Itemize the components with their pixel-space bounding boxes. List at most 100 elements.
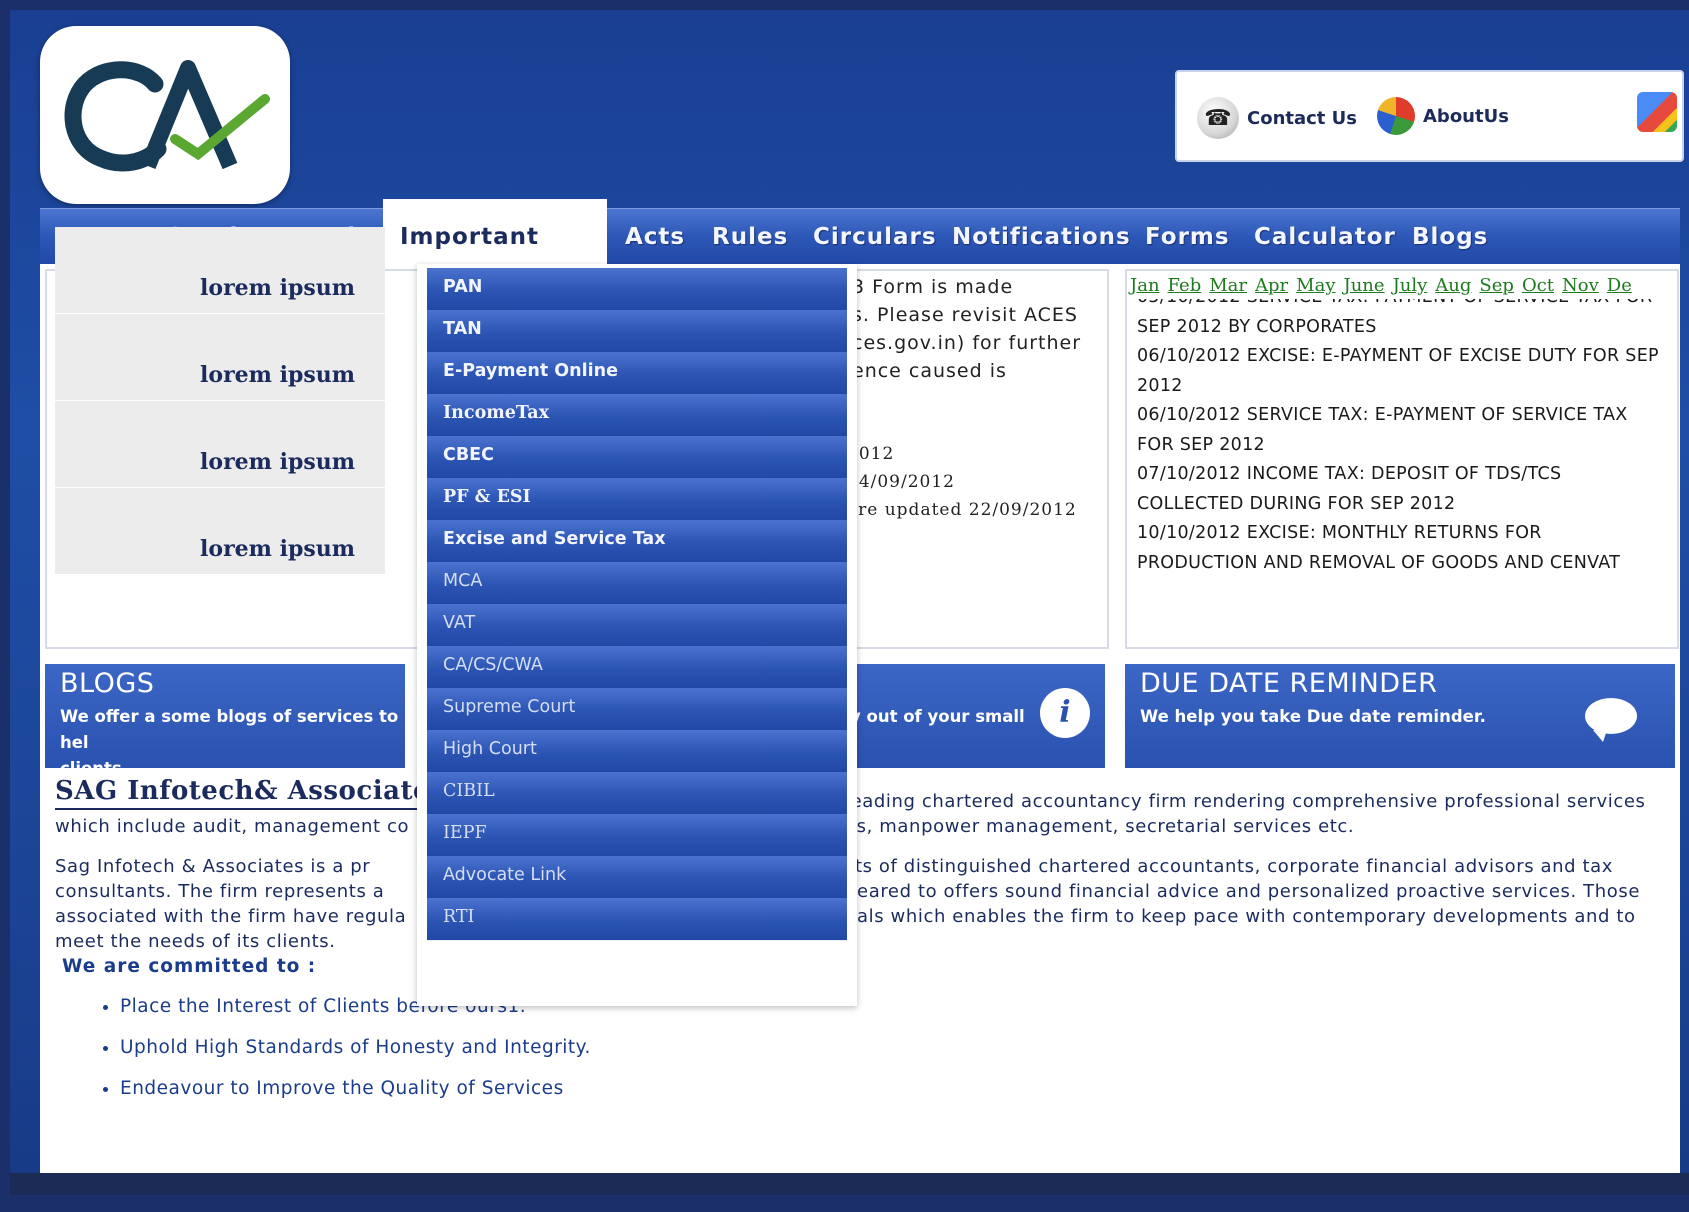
- middle-news-panel: 3 Form is made s. Please revisit ACES ce…: [845, 269, 1109, 649]
- due-date-text: We help you take Due date reminder.: [1140, 707, 1486, 726]
- dropdown-item-tan[interactable]: TAN: [427, 310, 847, 353]
- dropdown-item-vat[interactable]: VAT: [427, 604, 847, 647]
- dropdown-label: CIBIL: [443, 781, 495, 801]
- about-us-label: AboutUs: [1423, 105, 1509, 127]
- dropdown-item-rti[interactable]: RTI: [427, 898, 847, 941]
- speech-bubble-icon: [1585, 698, 1637, 742]
- dropdown-item-iepf[interactable]: IEPF: [427, 814, 847, 857]
- pie-chart-icon: [1377, 97, 1415, 135]
- month-apr[interactable]: Apr: [1255, 275, 1288, 296]
- dropdown-label: IncomeTax: [443, 403, 550, 423]
- blogs-text: We offer a some blogs of services to hel…: [60, 704, 405, 782]
- dropdown-label: E-Payment Online: [443, 361, 618, 381]
- dropdown-item-cibil[interactable]: CIBIL: [427, 772, 847, 815]
- month-nov[interactable]: Nov: [1562, 275, 1599, 296]
- dropdown-label: TAN: [443, 319, 482, 339]
- dropdown-item-advocate-link[interactable]: Advocate Link: [427, 856, 847, 899]
- dropdown-item-excise-service-tax[interactable]: Excise and Service Tax: [427, 520, 847, 563]
- nav-rules[interactable]: Rules: [712, 209, 788, 265]
- about-para-1-right: leading chartered accountancy firm rende…: [845, 789, 1665, 839]
- month-july[interactable]: July: [1393, 275, 1428, 296]
- nav-blogs[interactable]: Blogs: [1412, 209, 1488, 265]
- due-date-title: DUE DATE REMINDER: [1140, 668, 1438, 699]
- phone-icon: ☎: [1197, 97, 1239, 139]
- month-may[interactable]: May: [1296, 275, 1335, 296]
- google-icon[interactable]: [1637, 92, 1677, 132]
- due-dates-list: 05/10/2012 SERVICE TAX: PAYMENT OF SERVI…: [1137, 299, 1662, 582]
- calendar-panel: Jan Feb Mar Apr May June July Aug Sep Oct Nov De 05…: [1125, 269, 1679, 649]
- about-line: leading chartered accountancy firm rende…: [845, 791, 1646, 812]
- month-aug[interactable]: Aug: [1435, 275, 1471, 296]
- nav-calculator[interactable]: Calculator: [1254, 209, 1396, 265]
- month-dec[interactable]: De: [1607, 275, 1632, 296]
- middle-line: 3 Form is made: [852, 276, 1014, 298]
- dropdown-label: CBEC: [443, 445, 494, 465]
- blogs-text-line: We offer a some blogs of services to hel: [60, 707, 399, 752]
- nav-notifications[interactable]: Notifications: [952, 209, 1131, 265]
- contact-us-label: Contact Us: [1247, 107, 1358, 129]
- dropdown-item-cbec[interactable]: CBEC: [427, 436, 847, 479]
- dropdown-label: Supreme Court: [443, 697, 576, 717]
- dropdown-label: PF & ESI: [443, 487, 531, 507]
- ca-logo[interactable]: [40, 26, 290, 204]
- news-item: SEP 2012 BY CORPORATES: [1137, 316, 1377, 337]
- dropdown-item-ca-cs-cwa[interactable]: CA/CS/CWA: [427, 646, 847, 689]
- middle-date: are updated 22/09/2012: [847, 500, 1077, 520]
- about-line: meet the needs of its clients.: [55, 931, 336, 952]
- about-line: Sag Infotech & Associates is a pr: [55, 856, 371, 877]
- month-june[interactable]: June: [1344, 275, 1385, 296]
- top-links-panel: ☎ Contact Us AboutUs: [1175, 70, 1684, 162]
- blogs-banner[interactable]: BLOGS We offer a some blogs of services …: [45, 664, 405, 778]
- news-item: 05/10/2012 SERVICE TAX: PAYMENT OF SERVI…: [1137, 299, 1662, 313]
- dropdown-item-high-court[interactable]: High Court: [427, 730, 847, 773]
- lorem-item[interactable]: lorem ipsum: [55, 488, 385, 575]
- month-mar[interactable]: Mar: [1209, 275, 1247, 296]
- ca-logo-mark: [64, 60, 270, 172]
- about-line: geared to offers sound financial advice …: [845, 881, 1641, 902]
- about-line: consultants. The firm represents a: [55, 881, 385, 902]
- dropdown-label: CA/CS/CWA: [443, 655, 543, 675]
- dropdown-item-incometax[interactable]: IncomeTax: [427, 394, 847, 437]
- nav-circulars[interactable]: Circulars: [813, 209, 937, 265]
- dropdown-item-pan[interactable]: PAN: [427, 268, 847, 311]
- about-us-link[interactable]: AboutUs: [1377, 97, 1509, 135]
- dropdown-item-mca[interactable]: MCA: [427, 562, 847, 605]
- news-item: 07/10/2012 INCOME TAX: DEPOSIT OF TDS/TC…: [1137, 464, 1562, 514]
- important-links-dropdown: PAN TAN E-Payment Online IncomeTax CBEC …: [417, 264, 857, 1006]
- left-scroller: lorem ipsum lorem ipsum lorem ipsum lore…: [45, 227, 419, 649]
- about-line: es, manpower management, secretarial ser…: [845, 816, 1355, 837]
- firm-title: SAG Infotech& Associate: [55, 776, 431, 810]
- due-date-banner[interactable]: DUE DATE REMINDER We help you take Due d…: [1125, 664, 1675, 768]
- info-banner-text: y out of your small: [850, 707, 1025, 726]
- info-icon: i: [1040, 688, 1090, 738]
- nav-important-links[interactable]: Important Links: [383, 199, 607, 326]
- about-line: sts of distinguished chartered accountan…: [845, 856, 1614, 877]
- nav-forms[interactable]: Forms: [1145, 209, 1230, 265]
- dropdown-label: High Court: [443, 739, 537, 759]
- lorem-label: lorem ipsum: [200, 536, 355, 562]
- news-item: 10/10/2012 EXCISE: MONTHLY RETURNS FOR P…: [1137, 523, 1621, 573]
- month-oct[interactable]: Oct: [1522, 275, 1554, 296]
- dropdown-item-supreme-court[interactable]: Supreme Court: [427, 688, 847, 731]
- lorem-item[interactable]: lorem ipsum: [55, 401, 385, 488]
- nav-acts[interactable]: Acts: [625, 209, 685, 265]
- dropdown-label: Excise and Service Tax: [443, 529, 666, 549]
- dropdown-item-e-payment[interactable]: E-Payment Online: [427, 352, 847, 395]
- month-jan[interactable]: Jan: [1130, 275, 1160, 296]
- middle-line: ces.gov.in) for further: [852, 332, 1082, 354]
- lorem-label: lorem ipsum: [200, 449, 355, 475]
- month-sep[interactable]: Sep: [1479, 275, 1514, 296]
- dropdown-label: IEPF: [443, 823, 487, 843]
- lorem-item[interactable]: lorem ipsum: [55, 314, 385, 401]
- dropdown-label: VAT: [443, 613, 476, 633]
- dropdown-item-pf-esi[interactable]: PF & ESI: [427, 478, 847, 521]
- lorem-label: lorem ipsum: [200, 362, 355, 388]
- lorem-item[interactable]: lorem ipsum: [55, 227, 385, 314]
- contact-us-link[interactable]: ☎ Contact Us: [1197, 97, 1357, 139]
- month-feb[interactable]: Feb: [1168, 275, 1202, 296]
- middle-line: s. Please revisit ACES: [852, 304, 1078, 326]
- dropdown-label: MCA: [443, 571, 483, 591]
- committed-heading: We are committed to :: [62, 956, 317, 977]
- info-banner[interactable]: y out of your small i: [845, 664, 1105, 768]
- about-para-2-right: sts of distinguished chartered accountan…: [845, 854, 1665, 929]
